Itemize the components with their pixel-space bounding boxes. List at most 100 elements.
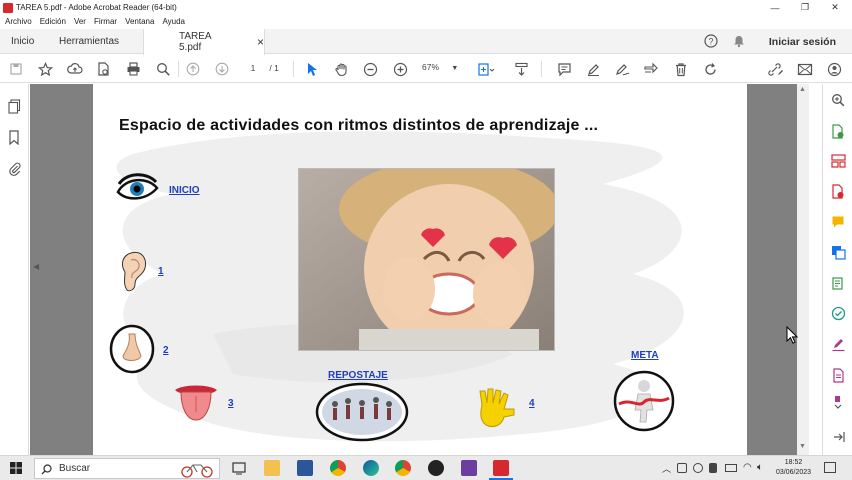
page-number-input[interactable]: 1 [245,62,261,74]
rotate-icon[interactable] [701,60,719,78]
close-window-button[interactable]: ✕ [820,0,850,15]
tab-close-button[interactable]: × [257,35,264,49]
tab-document-label: TAREA 5.pdf [179,31,212,53]
acrobat-taskbar-icon[interactable] [493,460,509,476]
system-clock[interactable]: 18:52 03/06/2023 [776,458,811,478]
cloud-upload-icon[interactable] [66,60,84,78]
hand-four-icon [479,388,515,428]
eye-icon [116,173,159,200]
pdf-page: Espacio de actividades con ritmos distin… [93,84,747,455]
attachments-paperclip-icon[interactable] [6,160,22,176]
save-icon[interactable] [7,60,25,78]
tab-herramientas[interactable]: Herramientas [59,29,119,54]
bookmark-star-icon[interactable] [36,60,54,78]
more-tools-icon[interactable] [830,394,846,410]
comment-icon[interactable] [555,60,573,78]
menu-archivo[interactable]: Archivo [5,17,32,26]
step-1-link[interactable]: 1 [158,266,164,277]
fit-page-icon[interactable] [477,60,495,78]
bell-icon[interactable] [732,34,746,51]
fill-sign-icon[interactable] [830,336,846,352]
title-bar: TAREA 5.pdf - Adobe Acrobat Reader (64-b… [0,0,852,15]
word-icon[interactable] [297,460,313,476]
draw-sign-icon[interactable] [613,60,631,78]
previous-page-icon[interactable] [184,60,202,78]
zoom-in-icon[interactable] [391,60,409,78]
vertical-scrollbar[interactable]: ▲ ▼ [797,84,809,455]
minimize-button[interactable]: — [760,0,790,15]
page-thumbnails-icon[interactable] [6,98,22,114]
menu-ventana[interactable]: Ventana [125,17,154,26]
zoom-out-icon[interactable] [361,60,379,78]
tab-inicio[interactable]: Inicio [11,29,34,54]
help-icon[interactable]: ? [704,34,718,51]
scroll-up-icon[interactable]: ▲ [799,86,806,93]
magnify-icon[interactable] [830,92,846,108]
menu-firmar[interactable]: Firmar [94,17,117,26]
hand-tool-icon[interactable] [332,60,350,78]
zoom-search-icon[interactable] [154,60,172,78]
select-cursor-icon[interactable] [303,60,321,78]
app-circle-icon[interactable] [428,460,444,476]
video-editor-icon[interactable] [461,460,477,476]
zoom-dropdown[interactable]: 67% ▼ [422,62,458,72]
account-share-icon[interactable] [825,60,843,78]
file-explorer-icon[interactable] [264,460,280,476]
protect-pdf-icon[interactable] [830,367,846,383]
restore-button[interactable]: ❐ [790,0,820,15]
tray-chevron-icon[interactable]: ︿ [662,462,671,475]
task-view-icon[interactable] [231,460,247,476]
tray-location-icon[interactable] [709,463,717,473]
edit-pdf-icon[interactable] [830,275,846,291]
collapse-left-pane-icon[interactable]: ◀ [33,262,40,272]
child-photo [298,168,555,351]
taskbar-search-box[interactable]: Buscar [34,458,220,479]
sign-in-button[interactable]: Iniciar sesión [769,29,836,54]
combine-files-icon[interactable] [830,244,846,260]
next-page-icon[interactable] [213,60,231,78]
menu-ver[interactable]: Ver [74,17,86,26]
share-arrows-icon[interactable] [642,60,660,78]
highlight-pen-icon[interactable] [584,60,602,78]
export-pdf-icon[interactable] [830,123,846,139]
comment-tool-icon[interactable] [830,214,846,230]
menu-ayuda[interactable]: Ayuda [162,17,185,26]
chrome-profile-icon[interactable] [395,460,411,476]
inicio-link[interactable]: INICIO [169,185,200,196]
menu-edicion[interactable]: Edición [40,17,66,26]
mouse-pointer-icon [786,326,798,344]
battery-icon[interactable] [725,464,737,472]
chrome-icon[interactable] [330,460,346,476]
step-3-link[interactable]: 3 [228,398,234,409]
bicycle-icon [181,464,213,478]
windows-start-icon[interactable] [10,462,22,477]
step-4-link[interactable]: 4 [529,398,535,409]
edge-icon[interactable] [363,460,379,476]
bookmarks-icon[interactable] [6,129,22,145]
search-icon [41,464,52,475]
acrobat-app-icon [3,2,13,13]
scan-ocr-icon[interactable] [830,305,846,321]
notifications-icon[interactable] [824,462,836,473]
repostaje-link[interactable]: REPOSTAJE [328,370,388,381]
create-pdf-icon[interactable] [830,183,846,199]
document-viewer[interactable]: ◀ ▶ Espacio de actividades con ritmos di… [30,84,809,455]
wifi-icon[interactable]: ◠ [743,462,752,473]
volume-icon[interactable]: 🔈︎ [757,462,763,473]
tray-status-icon[interactable] [693,463,703,473]
collapse-tools-icon[interactable] [830,429,846,445]
organize-pages-icon[interactable] [830,153,846,169]
tray-app-icon[interactable] [677,463,687,473]
print-icon[interactable] [124,60,142,78]
scroll-down-icon[interactable]: ▼ [799,443,806,450]
tab-document[interactable]: TAREA 5.pdf × [143,29,265,55]
trash-icon[interactable] [672,60,690,78]
file-search-icon[interactable] [95,60,113,78]
step-2-link[interactable]: 2 [163,345,169,356]
menu-bar: Archivo Edición Ver Firmar Ventana Ayuda [0,15,188,28]
link-edit-icon[interactable] [766,60,784,78]
meta-link[interactable]: META [631,350,659,361]
scroll-mode-icon[interactable] [512,60,530,78]
zoom-value: 67% [422,62,440,72]
email-icon[interactable] [796,60,814,78]
